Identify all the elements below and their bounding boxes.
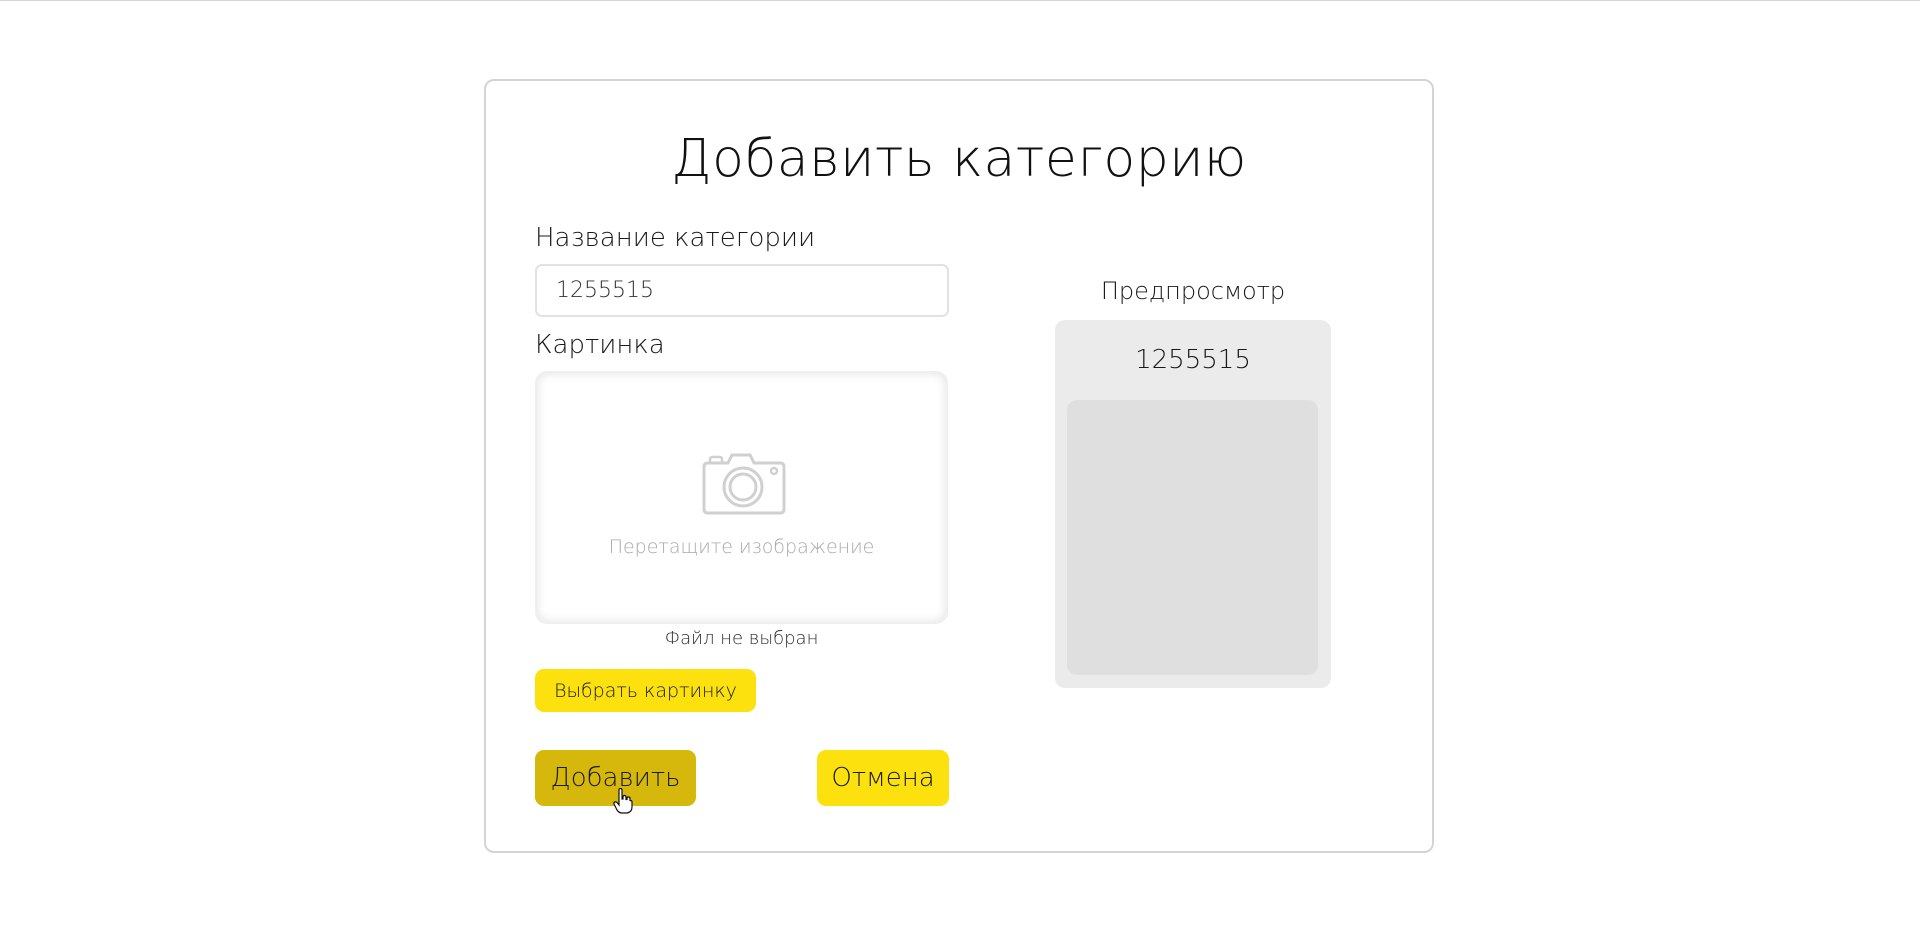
choose-image-button[interactable]: Выбрать картинку [535, 669, 756, 712]
camera-icon [702, 453, 786, 515]
file-status-text: Файл не выбран [664, 628, 819, 649]
preview-category-name: 1255515 [1135, 345, 1251, 375]
preview-image-placeholder [1067, 400, 1318, 675]
category-name-input[interactable] [535, 264, 949, 317]
preview-label: Предпросмотр [1100, 277, 1286, 305]
cancel-button[interactable]: Отмена [817, 750, 949, 806]
category-name-label: Название категории [535, 223, 816, 253]
image-dropzone[interactable]: Перетащите изображение [535, 371, 948, 624]
dialog-title: Добавить категорию [671, 129, 1247, 189]
top-divider [0, 0, 1920, 1]
preview-card: 1255515 [1055, 320, 1331, 688]
hand-pointer-cursor-icon [613, 788, 633, 814]
add-category-dialog: Добавить категорию Название категории Ка… [484, 79, 1434, 853]
dropzone-hint: Перетащите изображение [608, 536, 875, 558]
image-label: Картинка [535, 330, 665, 360]
